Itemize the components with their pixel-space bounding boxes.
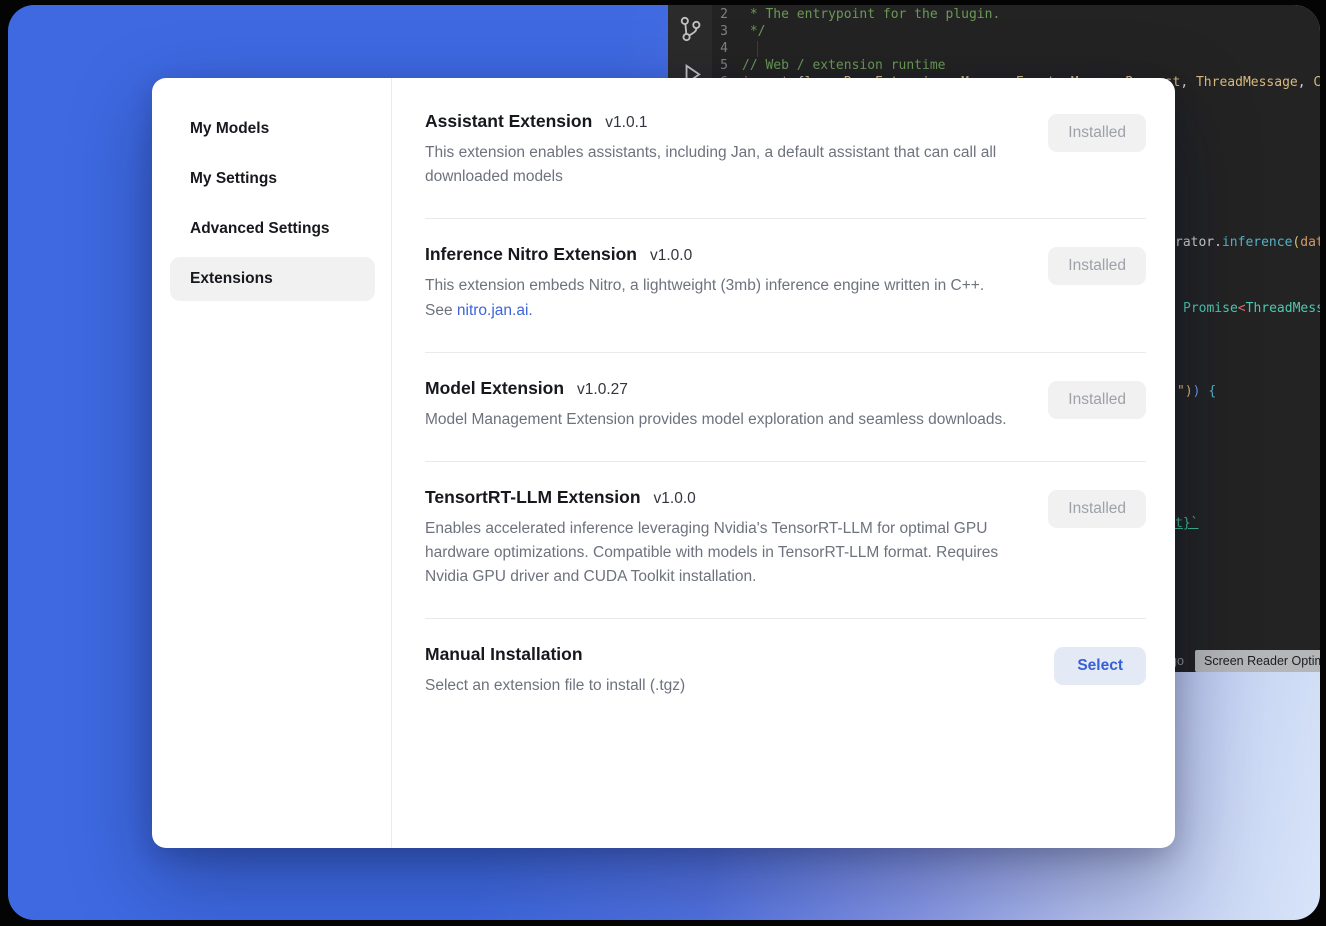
nitro-jan-ai-link[interactable]: nitro.jan.ai. bbox=[457, 302, 533, 319]
line-number: 3 bbox=[668, 23, 742, 40]
extension-row-assistant: Assistant Extension v1.0.1 This extensio… bbox=[425, 86, 1146, 219]
installed-button: Installed bbox=[1048, 247, 1146, 285]
sidebar-item-advanced-settings[interactable]: Advanced Settings bbox=[170, 207, 375, 251]
extensions-list: Assistant Extension v1.0.1 This extensio… bbox=[392, 78, 1175, 848]
installed-button: Installed bbox=[1048, 114, 1146, 152]
screen-reader-optimize-tab[interactable]: Screen Reader Optimize bbox=[1195, 650, 1320, 672]
settings-card: My Models My Settings Advanced Settings … bbox=[152, 78, 1175, 848]
extension-description: This extension embeds Nitro, a lightweig… bbox=[425, 274, 1010, 322]
sidebar-item-extensions[interactable]: Extensions bbox=[170, 257, 375, 301]
extension-name: TensortRT-LLM Extension bbox=[425, 487, 641, 508]
code-fragment: ")) { bbox=[1177, 383, 1216, 400]
extension-row-model: Model Extension v1.0.27 Model Management… bbox=[425, 353, 1146, 462]
extension-description: This extension enables assistants, inclu… bbox=[425, 141, 1010, 189]
code-line: 5 // Web / extension runtime bbox=[668, 57, 1320, 74]
extension-name: Assistant Extension bbox=[425, 111, 592, 132]
sidebar-item-label: Extensions bbox=[190, 270, 273, 288]
extension-version: v1.0.0 bbox=[650, 247, 692, 265]
app-window: 2 * The entrypoint for the plugin. 3 */ … bbox=[8, 5, 1320, 920]
extension-name: Inference Nitro Extension bbox=[425, 244, 637, 265]
sidebar-item-label: My Models bbox=[190, 120, 269, 138]
select-button[interactable]: Select bbox=[1054, 647, 1146, 685]
extension-version: v1.0.27 bbox=[577, 381, 628, 399]
line-number: 5 bbox=[668, 57, 742, 74]
code-line: 3 */ bbox=[668, 23, 1320, 40]
extension-row-inference-nitro: Inference Nitro Extension v1.0.0 This ex… bbox=[425, 219, 1146, 352]
code-fragment: rator.inference(data)); bbox=[1175, 234, 1320, 251]
extension-name: Model Extension bbox=[425, 378, 564, 399]
sidebar-item-my-settings[interactable]: My Settings bbox=[170, 157, 375, 201]
extension-description: Model Management Extension provides mode… bbox=[425, 408, 1007, 432]
code-fragment: t}` bbox=[1175, 515, 1198, 532]
extension-description: Select an extension file to install (.tg… bbox=[425, 674, 685, 698]
line-number: 4 bbox=[668, 40, 742, 57]
sidebar-item-label: Advanced Settings bbox=[190, 220, 330, 238]
extension-version: v1.0.0 bbox=[654, 490, 696, 508]
extension-description: Enables accelerated inference leveraging… bbox=[425, 517, 1010, 590]
code-fragment: Promise<ThreadMessage> bbox=[1183, 300, 1320, 317]
code-line: 4 bbox=[668, 40, 1320, 57]
sidebar-item-label: My Settings bbox=[190, 170, 277, 188]
line-number: 2 bbox=[668, 6, 742, 23]
indent-guide bbox=[757, 41, 758, 57]
extension-name: Manual Installation bbox=[425, 644, 583, 665]
settings-sidebar: My Models My Settings Advanced Settings … bbox=[152, 78, 392, 848]
installed-button: Installed bbox=[1048, 381, 1146, 419]
extension-row-tensorrt-llm: TensortRT-LLM Extension v1.0.0 Enables a… bbox=[425, 462, 1146, 620]
extension-row-manual-installation: Manual Installation Select an extension … bbox=[425, 619, 1146, 727]
sidebar-item-my-models[interactable]: My Models bbox=[170, 107, 375, 151]
code-line: 2 * The entrypoint for the plugin. bbox=[668, 6, 1320, 23]
installed-button: Installed bbox=[1048, 490, 1146, 528]
extension-version: v1.0.1 bbox=[605, 114, 647, 132]
